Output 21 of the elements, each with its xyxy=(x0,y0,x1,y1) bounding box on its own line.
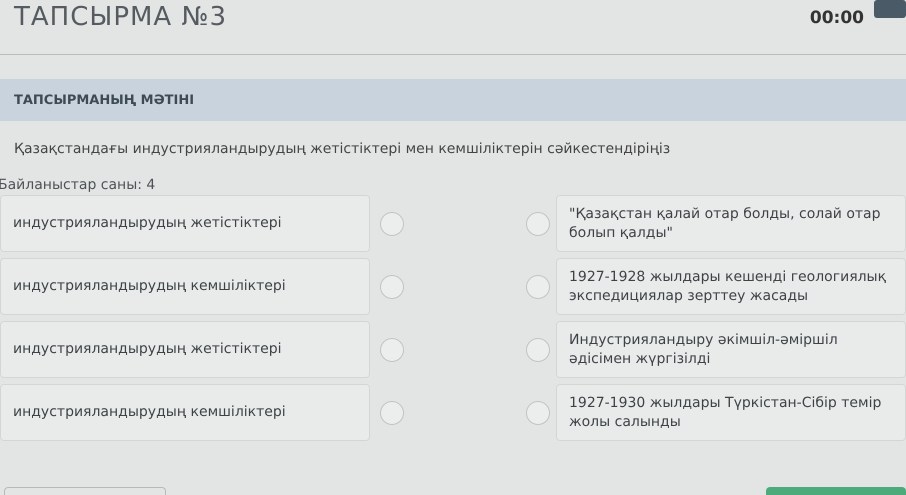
connector-radio[interactable] xyxy=(526,212,550,236)
menu-button[interactable] xyxy=(874,0,906,18)
match-option[interactable]: 1927-1928 жылдары кешенді геологиялық экспедициялар зерттеу жасады xyxy=(556,258,906,315)
timer: 00:00 xyxy=(810,8,864,28)
connector-radio[interactable] xyxy=(526,400,550,424)
connector-radio[interactable] xyxy=(380,400,404,424)
match-option[interactable]: Индустрияландыру әкімшіл-әміршіл әдісімен жүргізілді xyxy=(556,321,906,378)
connector-radio[interactable] xyxy=(380,212,404,236)
question-text: Қазақстандағы индустрияландырудың жетістіктері мен кемшіліктерін сәйкестендіріңіз xyxy=(14,141,672,157)
match-option[interactable]: индустрияландырудың жетістіктері xyxy=(0,321,370,378)
connector-radio[interactable] xyxy=(526,274,550,298)
match-option[interactable]: 1927-1930 жылдары Түркістан-Сібір темір жолы салынды xyxy=(556,384,906,441)
task-title: ТАПСЫРМА №3 xyxy=(12,2,228,32)
connector-radio[interactable] xyxy=(526,338,550,362)
match-option[interactable]: индустрияландырудың жетістіктері xyxy=(0,195,370,252)
connector-radio[interactable] xyxy=(380,274,404,298)
match-option[interactable]: индустрияландырудың кемшіліктері xyxy=(0,384,370,441)
match-option[interactable]: индустрияландырудың кемшіліктері xyxy=(0,258,370,315)
connector-radio[interactable] xyxy=(380,338,404,362)
section-header: ТАПСЫРМАНЫҢ МӘТІНІ xyxy=(0,79,906,121)
match-option[interactable]: "Қазақстан қалай отар болды, солай отар болып қалды" xyxy=(556,195,906,252)
